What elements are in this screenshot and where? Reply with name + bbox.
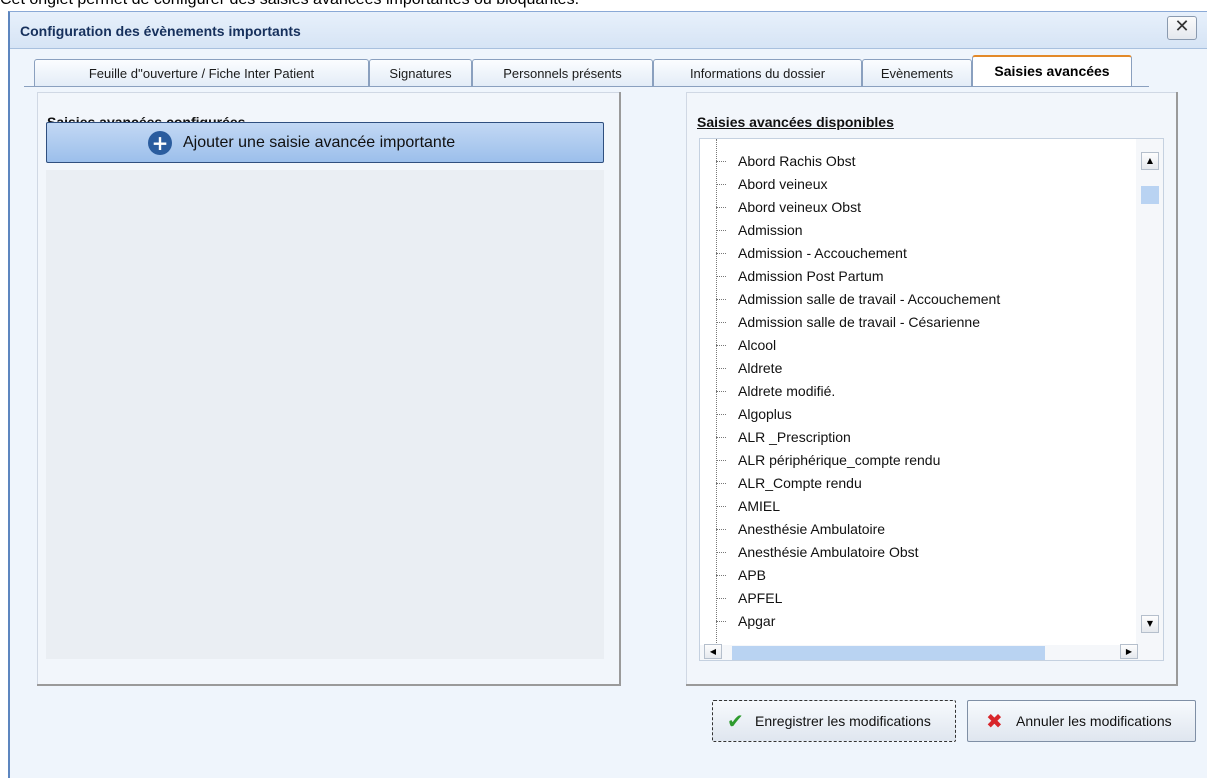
tree-connector (716, 161, 726, 162)
close-icon: ✕ (1174, 16, 1190, 37)
save-changes-button[interactable]: ✔ Enregistrer les modifications (712, 700, 956, 742)
list-item[interactable]: Admission Post Partum (738, 265, 884, 288)
tab-saisies-avancees[interactable]: Saisies avancées (972, 55, 1132, 87)
tree-connector (716, 552, 726, 553)
list-item[interactable]: Apgar (738, 610, 775, 633)
title-bar: Configuration des évènements importants … (10, 12, 1207, 49)
tree-line (716, 139, 717, 647)
list-item[interactable]: APFEL (738, 587, 782, 610)
tab-informations-dossier[interactable]: Informations du dossier (653, 59, 862, 86)
tree-connector (716, 483, 726, 484)
scroll-down-button[interactable]: ▼ (1141, 615, 1159, 633)
list-item[interactable]: APB (738, 564, 766, 587)
tree-connector (716, 460, 726, 461)
plus-circle-icon: + (148, 131, 172, 155)
tab-evenements[interactable]: Evènements (862, 59, 972, 86)
check-icon: ✔ (727, 709, 744, 733)
list-item[interactable]: Anesthésie Ambulatoire (738, 518, 885, 541)
save-button-label: Enregistrer les modifications (755, 713, 931, 729)
list-item[interactable]: Admission - Accouchement (738, 242, 907, 265)
horizontal-scrollbar[interactable]: ◀ ▶ (700, 644, 1163, 660)
list-item[interactable]: Abord veineux (738, 173, 828, 196)
cancel-changes-button[interactable]: ✖ Annuler les modifications (967, 700, 1196, 742)
available-items: Abord Rachis Obst Abord veineux Abord vein… (700, 139, 1130, 647)
list-item[interactable]: Algoplus (738, 403, 792, 426)
add-advanced-entry-button[interactable]: + Ajouter une saisie avancée importante (46, 122, 604, 163)
tree-connector (716, 391, 726, 392)
list-item[interactable]: ALR_Compte rendu (738, 472, 862, 495)
tree-connector (716, 184, 726, 185)
cross-icon: ✖ (986, 709, 1003, 733)
tree-connector (716, 621, 726, 622)
tree-connector (716, 230, 726, 231)
list-item[interactable]: Anesthésie Ambulatoire Obst (738, 541, 919, 564)
tree-connector (716, 529, 726, 530)
tree-connector (716, 207, 726, 208)
tree-connector (716, 437, 726, 438)
list-item[interactable]: Abord Rachis Obst (738, 150, 856, 173)
scroll-right-button[interactable]: ▶ (1120, 644, 1138, 659)
list-item[interactable]: Aldrete modifié. (738, 380, 835, 403)
tab-divider (24, 86, 1149, 87)
horizontal-scroll-thumb[interactable] (732, 646, 1045, 660)
tree-connector (716, 253, 726, 254)
cancel-button-label: Annuler les modifications (1016, 713, 1172, 729)
close-button[interactable]: ✕ (1167, 16, 1197, 40)
tree-connector (716, 414, 726, 415)
list-item[interactable]: ALR périphérique_compte rendu (738, 449, 940, 472)
tree-connector (716, 575, 726, 576)
tree-connector (716, 276, 726, 277)
vertical-scroll-thumb[interactable] (1141, 186, 1159, 204)
tree-connector (716, 598, 726, 599)
available-title: Saisies avancées disponibles (697, 114, 894, 130)
scroll-left-button[interactable]: ◀ (704, 644, 722, 659)
tree-connector (716, 345, 726, 346)
tree-connector (716, 368, 726, 369)
tab-personnels-presents[interactable]: Personnels présents (472, 59, 653, 86)
vertical-scrollbar[interactable]: ▲ ▼ (1136, 139, 1163, 647)
tree-connector (716, 506, 726, 507)
list-item[interactable]: Abord veineux Obst (738, 196, 861, 219)
list-item[interactable]: Alcool (738, 334, 776, 357)
scroll-up-button[interactable]: ▲ (1141, 152, 1159, 170)
tab-signatures[interactable]: Signatures (369, 59, 472, 86)
page-caption: Cet onglet permet de configurer des sais… (0, 0, 579, 9)
list-item[interactable]: Admission (738, 219, 803, 242)
list-item[interactable]: Admission salle de travail - Accouchemen… (738, 288, 1000, 311)
tree-connector (716, 299, 726, 300)
list-item[interactable]: Aldrete (738, 357, 782, 380)
available-list[interactable]: Abord Rachis Obst Abord veineux Abord vein… (699, 138, 1164, 661)
list-item[interactable]: ALR _Prescription (738, 426, 851, 449)
dialog-title: Configuration des évènements importants (20, 23, 301, 39)
list-item[interactable]: Admission salle de travail - Césarienne (738, 311, 980, 334)
tab-feuille-ouverture[interactable]: Feuille d''ouverture / Fiche Inter Patie… (34, 59, 369, 86)
tree-connector (716, 322, 726, 323)
add-button-label: Ajouter une saisie avancée importante (183, 134, 456, 151)
configured-list[interactable] (46, 170, 604, 659)
list-item[interactable]: AMIEL (738, 495, 780, 518)
